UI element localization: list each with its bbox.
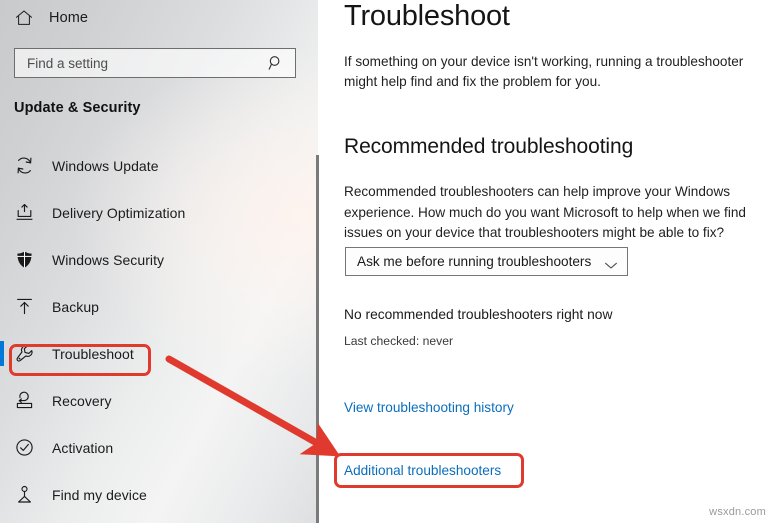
sidebar-home-link[interactable]: Home xyxy=(14,5,88,31)
sidebar-item-label: Backup xyxy=(52,298,99,315)
check-circle-icon xyxy=(14,437,35,458)
sidebar-section-title: Update & Security xyxy=(14,100,141,116)
recommended-troubleshooting-description: Recommended troubleshooters can help imp… xyxy=(344,184,746,240)
sidebar: Home Update & Security xyxy=(0,0,319,523)
page-title: Troubleshoot xyxy=(344,0,510,32)
sidebar-item-troubleshoot[interactable]: Troubleshoot xyxy=(0,340,318,367)
sidebar-item-windows-security[interactable]: Windows Security xyxy=(0,246,318,273)
dropdown-selected-value: Ask me before running troubleshooters xyxy=(357,254,592,269)
sidebar-nav-list: Windows Update Delivery Optimization Win… xyxy=(0,152,318,523)
watermark: wsxdn.com xyxy=(709,506,766,518)
sidebar-item-backup[interactable]: Backup xyxy=(0,293,318,320)
home-icon xyxy=(14,8,34,28)
sidebar-item-label: Delivery Optimization xyxy=(52,204,186,221)
recommended-status-text: No recommended troubleshooters right now xyxy=(344,307,613,322)
sidebar-item-label: Troubleshoot xyxy=(52,345,134,362)
home-label: Home xyxy=(49,10,89,26)
recommended-troubleshooting-dropdown[interactable]: Ask me before running troubleshooters xyxy=(345,247,628,276)
refresh-icon xyxy=(14,155,35,176)
chevron-down-icon xyxy=(604,257,618,269)
person-locator-icon xyxy=(14,484,35,505)
view-troubleshooting-history-link[interactable]: View troubleshooting history xyxy=(344,400,514,415)
sidebar-item-label: Windows Security xyxy=(52,251,165,268)
last-checked-text: Last checked: never xyxy=(344,334,454,348)
additional-troubleshooters-link[interactable]: Additional troubleshooters xyxy=(344,463,501,478)
sidebar-item-activation[interactable]: Activation xyxy=(0,434,318,461)
intro-text: If something on your device isn't workin… xyxy=(344,54,744,89)
wrench-icon xyxy=(14,343,35,364)
sidebar-item-find-my-device[interactable]: Find my device xyxy=(0,481,318,508)
settings-window: Home Update & Security xyxy=(0,0,775,523)
sidebar-item-windows-update[interactable]: Windows Update xyxy=(0,152,318,179)
sidebar-item-label: Activation xyxy=(52,439,114,456)
sidebar-item-label: Windows Update xyxy=(52,157,159,174)
sidebar-item-delivery-optimization[interactable]: Delivery Optimization xyxy=(0,199,318,226)
upload-box-icon xyxy=(14,202,35,223)
main-content: Troubleshoot If something on your device… xyxy=(325,0,775,523)
upload-arrow-icon xyxy=(14,296,35,317)
recommended-troubleshooting-heading: Recommended troubleshooting xyxy=(344,135,634,158)
recovery-icon xyxy=(14,390,35,411)
shield-icon xyxy=(14,249,35,270)
search-icon[interactable] xyxy=(267,54,285,72)
sidebar-item-label: Recovery xyxy=(52,392,112,409)
search-box[interactable] xyxy=(14,48,296,78)
sidebar-scrollbar[interactable] xyxy=(316,155,319,523)
sidebar-item-label: Find my device xyxy=(52,486,147,503)
sidebar-item-recovery[interactable]: Recovery xyxy=(0,387,318,414)
search-input[interactable] xyxy=(15,49,267,77)
